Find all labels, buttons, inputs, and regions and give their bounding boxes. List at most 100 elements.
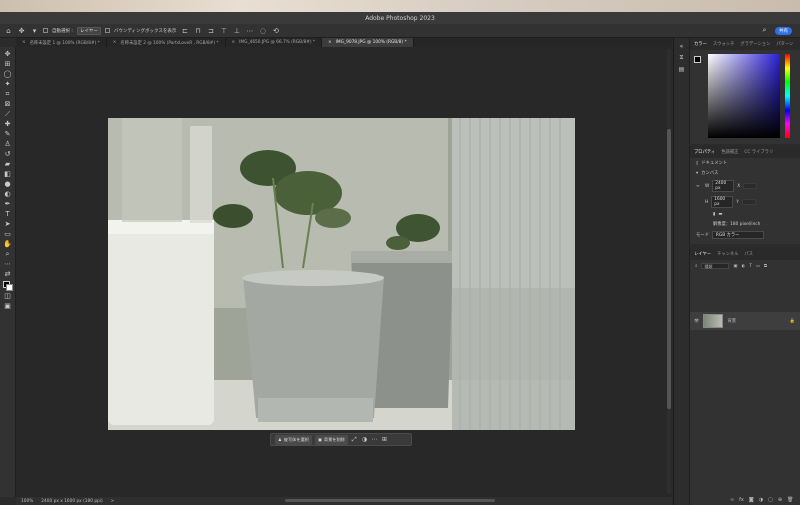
type-tool-icon[interactable]: T [3, 209, 13, 219]
color-picker-field[interactable] [708, 54, 780, 138]
x-field[interactable] [743, 183, 758, 189]
hue-slider[interactable] [785, 54, 790, 138]
magic-wand-tool-icon[interactable]: ✦ [3, 79, 13, 89]
zoom-tool-icon[interactable]: ⌕ [3, 249, 13, 259]
auto-select-checkbox[interactable] [43, 28, 48, 33]
align-top-icon[interactable]: ⊤ [219, 27, 228, 35]
tab-adjustments[interactable]: 色調補正 [721, 149, 738, 155]
zoom-level[interactable]: 100% [21, 499, 33, 504]
layer-kind-filter[interactable]: 種類 [701, 263, 730, 269]
history-icon[interactable]: ⧖ [679, 54, 683, 62]
more-icon[interactable]: ⋯ [371, 436, 378, 443]
smart-object-filter-icon[interactable]: ⧉ [764, 264, 767, 269]
tab-document-1[interactable]: × 名称未設定 1 @ 100% (RGB/8#) * [16, 38, 107, 47]
gradient-tool-icon[interactable]: ◧ [3, 169, 13, 179]
landscape-icon[interactable]: ▬ [718, 212, 722, 217]
clone-stamp-tool-icon[interactable]: ♙ [3, 139, 13, 149]
3d-mode-icon[interactable]: ◌ [258, 27, 267, 35]
tab-layers[interactable]: レイヤー [694, 251, 711, 257]
link-icon[interactable]: ∞ [696, 184, 702, 189]
y-field[interactable] [741, 199, 756, 205]
pin-bar-icon[interactable]: ⊞ [381, 436, 388, 443]
mask-icon[interactable]: ◙ [749, 497, 754, 503]
tab-close-icon[interactable]: × [113, 40, 117, 45]
tab-paths[interactable]: パス [744, 251, 753, 257]
horizontal-scrollbar[interactable] [285, 499, 495, 502]
history-brush-tool-icon[interactable]: ↺ [3, 149, 13, 159]
share-button[interactable]: 共有 [775, 26, 792, 35]
transform-controls-checkbox[interactable] [104, 28, 110, 33]
lasso-tool-icon[interactable]: ◯ [3, 69, 13, 79]
tab-document-2[interactable]: × 名称未設定 2 @ 100% (PartsLoveR , RGB/8#) * [107, 38, 226, 47]
artboard-tool-icon[interactable]: ⊞ [3, 59, 13, 69]
group-icon[interactable]: ▢ [768, 497, 773, 503]
eraser-tool-icon[interactable]: ▰ [3, 159, 13, 169]
tab-cc-libraries[interactable]: CC ライブラリ [744, 149, 773, 155]
adjustment-filter-icon[interactable]: ◐ [741, 264, 745, 269]
document-canvas-image[interactable] [108, 118, 575, 430]
screen-mode-icon[interactable]: ▣ [3, 301, 13, 311]
path-selection-tool-icon[interactable]: ➤ [3, 219, 13, 229]
mode-select[interactable]: RGB カラー [711, 231, 764, 239]
canvas-section-header[interactable]: ▾ カンバス [690, 168, 800, 178]
healing-brush-tool-icon[interactable]: ✚ [3, 119, 13, 129]
chevron-down-icon[interactable]: ▾ [696, 171, 698, 176]
brush-tool-icon[interactable]: ✎ [3, 129, 13, 139]
align-center-icon[interactable]: ⊓ [193, 27, 202, 35]
type-filter-icon[interactable]: T [749, 264, 752, 269]
color-panel-foreground-swatch[interactable] [694, 56, 701, 63]
eyedropper-tool-icon[interactable]: ⟋ [3, 109, 13, 119]
eye-icon[interactable]: 👁 [694, 319, 699, 324]
tab-channels[interactable]: チャンネル [717, 251, 738, 257]
new-layer-icon[interactable]: ⊕ [778, 497, 782, 503]
tab-close-icon[interactable]: × [22, 40, 26, 45]
status-menu-arrow[interactable]: > [111, 499, 115, 504]
tab-document-4[interactable]: × IMG_9078.JPG @ 100% (RGB/8) * [322, 38, 414, 47]
adjustment-layer-icon[interactable]: ◑ [759, 497, 763, 503]
layer-row-background[interactable]: 👁 背景 🔒 [690, 312, 800, 330]
tab-color[interactable]: カラー [694, 41, 707, 47]
adjustment-icon[interactable]: ◑ [361, 436, 368, 443]
scrollbar-thumb[interactable] [667, 129, 671, 409]
layer-select-dropdown[interactable]: レイヤー [76, 26, 101, 35]
chevron-down-icon[interactable]: ▾ [30, 27, 39, 35]
blur-tool-icon[interactable]: ● [3, 179, 13, 189]
link-layers-icon[interactable]: ∞ [730, 497, 734, 503]
expand-panels-icon[interactable]: « [680, 43, 684, 50]
align-left-icon[interactable]: ⊏ [180, 27, 189, 35]
more-icon[interactable]: ⋯ [245, 27, 254, 35]
remove-background-button[interactable]: ▣ 背景を削除 [314, 434, 348, 445]
tab-swatches[interactable]: スウォッチ [713, 41, 734, 47]
width-field[interactable]: 2400 px [712, 180, 735, 192]
crop-tool-icon[interactable]: ⌗ [3, 89, 13, 99]
move-tool-icon[interactable]: ✥ [17, 27, 26, 35]
vertical-scrollbar[interactable] [667, 49, 671, 494]
portrait-icon[interactable]: ▮ [713, 212, 715, 217]
tab-gradients[interactable]: グラデーション [740, 41, 770, 47]
lock-icon[interactable]: 🔒 [790, 319, 800, 324]
pen-tool-icon[interactable]: ✒ [3, 199, 13, 209]
tab-close-icon[interactable]: × [232, 40, 236, 45]
home-icon[interactable]: ⌂ [4, 27, 13, 35]
frame-tool-icon[interactable]: ⊠ [3, 99, 13, 109]
pixel-filter-icon[interactable]: ▣ [733, 264, 737, 269]
hand-tool-icon[interactable]: ✋ [3, 239, 13, 249]
3d-rotate-icon[interactable]: ⟲ [271, 27, 280, 35]
tab-properties[interactable]: プロパティ [694, 149, 715, 155]
move-tool-icon[interactable]: ✥ [3, 49, 13, 59]
tab-document-3[interactable]: × IMG_4650.JPG @ 66.7% (RGB/8#) * [226, 38, 323, 47]
rectangle-tool-icon[interactable]: ▭ [3, 229, 13, 239]
height-field[interactable]: 1600 px [711, 196, 734, 208]
search-icon[interactable]: ⌕ [760, 26, 769, 35]
quick-mask-icon[interactable]: ◫ [3, 291, 13, 301]
dodge-tool-icon[interactable]: ◐ [3, 189, 13, 199]
align-middle-icon[interactable]: ⊥ [232, 27, 241, 35]
shape-filter-icon[interactable]: ▭ [756, 264, 760, 269]
more-tools-icon[interactable]: ⋯ [3, 259, 13, 269]
trash-icon[interactable]: 🗑 [787, 497, 793, 503]
comments-icon[interactable]: ▤ [679, 66, 685, 73]
swap-colors-icon[interactable]: ⇄ [3, 269, 13, 279]
select-subject-button[interactable]: ♟ 被写体を選択 [275, 434, 312, 445]
tab-close-icon[interactable]: × [328, 40, 332, 45]
fx-icon[interactable]: fx [739, 497, 744, 503]
